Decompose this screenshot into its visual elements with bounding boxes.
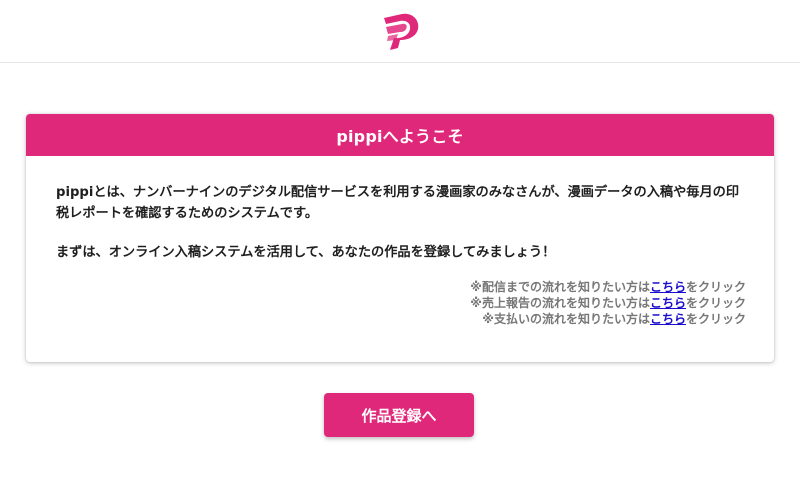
note-distribution-flow: ※配信までの流れを知りたい方はこちらをクリック — [56, 279, 746, 295]
note-suffix: をクリック — [685, 296, 746, 310]
note-suffix: をクリック — [685, 312, 746, 326]
sales-report-flow-link[interactable]: こちら — [650, 296, 686, 310]
pippi-logo-icon[interactable] — [378, 12, 422, 52]
call-to-action-paragraph: まずは、オンライン入稿システムを活用して、あなたの作品を登録してみましょう！ — [56, 245, 556, 260]
welcome-card: pippiへようこそ pippiとは、ナンバーナインのデジタル配信サービスを利用… — [26, 114, 774, 362]
top-header — [0, 0, 800, 63]
note-prefix: ※売上報告の流れを知りたい方は — [470, 296, 650, 310]
intro-paragraph: pippiとは、ナンバーナインのデジタル配信サービスを利用する漫画家のみなさんが… — [56, 185, 740, 221]
welcome-card-title: pippiへようこそ — [26, 114, 774, 156]
note-sales-report-flow: ※売上報告の流れを知りたい方はこちらをクリック — [56, 295, 746, 311]
register-work-button[interactable]: 作品登録へ — [324, 393, 474, 437]
note-suffix: をクリック — [685, 280, 746, 294]
welcome-card-body: pippiとは、ナンバーナインのデジタル配信サービスを利用する漫画家のみなさんが… — [26, 156, 774, 327]
help-notes: ※配信までの流れを知りたい方はこちらをクリック ※売上報告の流れを知りたい方はこ… — [56, 279, 746, 327]
note-prefix: ※支払いの流れを知りたい方は — [482, 312, 650, 326]
note-prefix: ※配信までの流れを知りたい方は — [470, 280, 650, 294]
payment-flow-link[interactable]: こちら — [650, 312, 686, 326]
note-payment-flow: ※支払いの流れを知りたい方はこちらをクリック — [56, 311, 746, 327]
distribution-flow-link[interactable]: こちら — [650, 280, 686, 294]
